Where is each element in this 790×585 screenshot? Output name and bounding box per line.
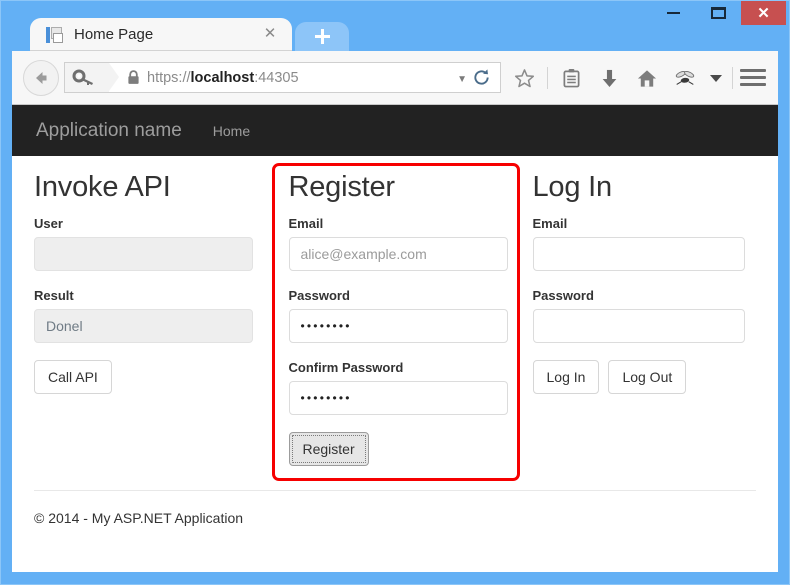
register-password-label: Password [288,287,350,303]
padlock-icon [127,70,140,85]
login-button[interactable]: Log In [532,359,600,394]
login-email-input[interactable] [532,236,745,271]
nav-item-home[interactable]: Home [213,123,250,139]
reload-icon [474,69,489,85]
fly-icon[interactable] [670,63,700,93]
call-api-button[interactable]: Call API [34,359,112,394]
register-column: Register Email alice@example.com Passwor… [271,156,508,466]
page-container: Invoke API User Result Donel Call API Re… [12,156,778,481]
tab-strip: Home Page ✕ [12,18,778,51]
invoke-api-title: Invoke API [34,171,171,203]
login-password-input[interactable] [532,308,745,343]
register-confirm-input[interactable]: •••••••• [288,380,508,415]
register-confirm-label: Confirm Password [288,359,404,375]
back-arrow-icon [36,72,47,84]
toolbar-icons [509,63,733,93]
register-confirm-value: •••••••• [300,390,352,405]
page-favicon-icon [46,26,63,44]
address-bar[interactable]: https://localhost:44305 ▼ [64,62,501,93]
toolbar-divider [547,67,548,89]
key-icon [72,69,93,85]
login-password-label: Password [532,287,594,303]
result-input[interactable]: Donel [34,308,253,343]
columns-row: Invoke API User Result Donel Call API Re… [34,156,756,466]
url-scheme: https:// [147,69,191,86]
tab-title: Home Page [74,26,154,43]
user-input[interactable] [34,236,253,271]
url-host: localhost [190,69,255,86]
page-viewport: Application name Home Invoke API User Re… [12,105,778,572]
url-text: https://localhost:44305 [147,70,299,86]
login-button-row: Log In Log Out [532,359,757,394]
toolbar-divider-2 [732,67,733,89]
home-icon[interactable] [632,63,662,93]
footer-copyright: © 2014 - My ASP.NET Application [34,509,244,526]
register-email-placeholder: alice@example.com [300,245,427,262]
register-button[interactable]: Register [288,431,369,466]
login-title: Log In [532,171,613,203]
url-port: :44305 [254,69,299,86]
register-title: Register [288,171,396,203]
chevron-down-icon[interactable]: ▼ [457,74,467,85]
browser-tab[interactable]: Home Page ✕ [30,18,292,51]
register-email-input[interactable]: alice@example.com [288,236,508,271]
login-email-label: Email [532,215,568,231]
register-password-value: •••••••• [300,318,352,333]
site-navbar: Application name Home [12,105,778,156]
page-footer: © 2014 - My ASP.NET Application [34,489,756,526]
new-tab-button[interactable] [295,22,349,51]
overflow-chevron-icon[interactable] [708,63,724,93]
menu-icon[interactable] [740,64,766,90]
result-label: Result [34,287,74,303]
browser-toolbar: https://localhost:44305 ▼ [12,51,778,105]
reload-button[interactable] [467,63,496,92]
reader-list-icon[interactable] [556,63,586,93]
register-password-input[interactable]: •••••••• [288,308,508,343]
download-arrow-icon[interactable] [594,63,624,93]
screenshot-root: ✕ Home Page ✕ https://localhost:44305 ▼ … [0,0,790,585]
tab-close-icon[interactable]: ✕ [262,26,278,42]
back-button[interactable] [23,60,59,96]
login-column: Log In Email Password Log In Log Out [532,156,757,394]
plus-icon [314,29,330,44]
bookmark-star-icon[interactable] [509,63,539,93]
minimize-icon [667,12,680,14]
register-email-label: Email [288,215,324,231]
logout-button[interactable]: Log Out [608,359,687,394]
invoke-api-column: Invoke API User Result Donel Call API [34,156,258,394]
site-identity-box[interactable] [65,63,120,92]
site-brand[interactable]: Application name [36,120,182,142]
result-input-value: Donel [46,317,83,334]
user-label: User [34,215,63,231]
